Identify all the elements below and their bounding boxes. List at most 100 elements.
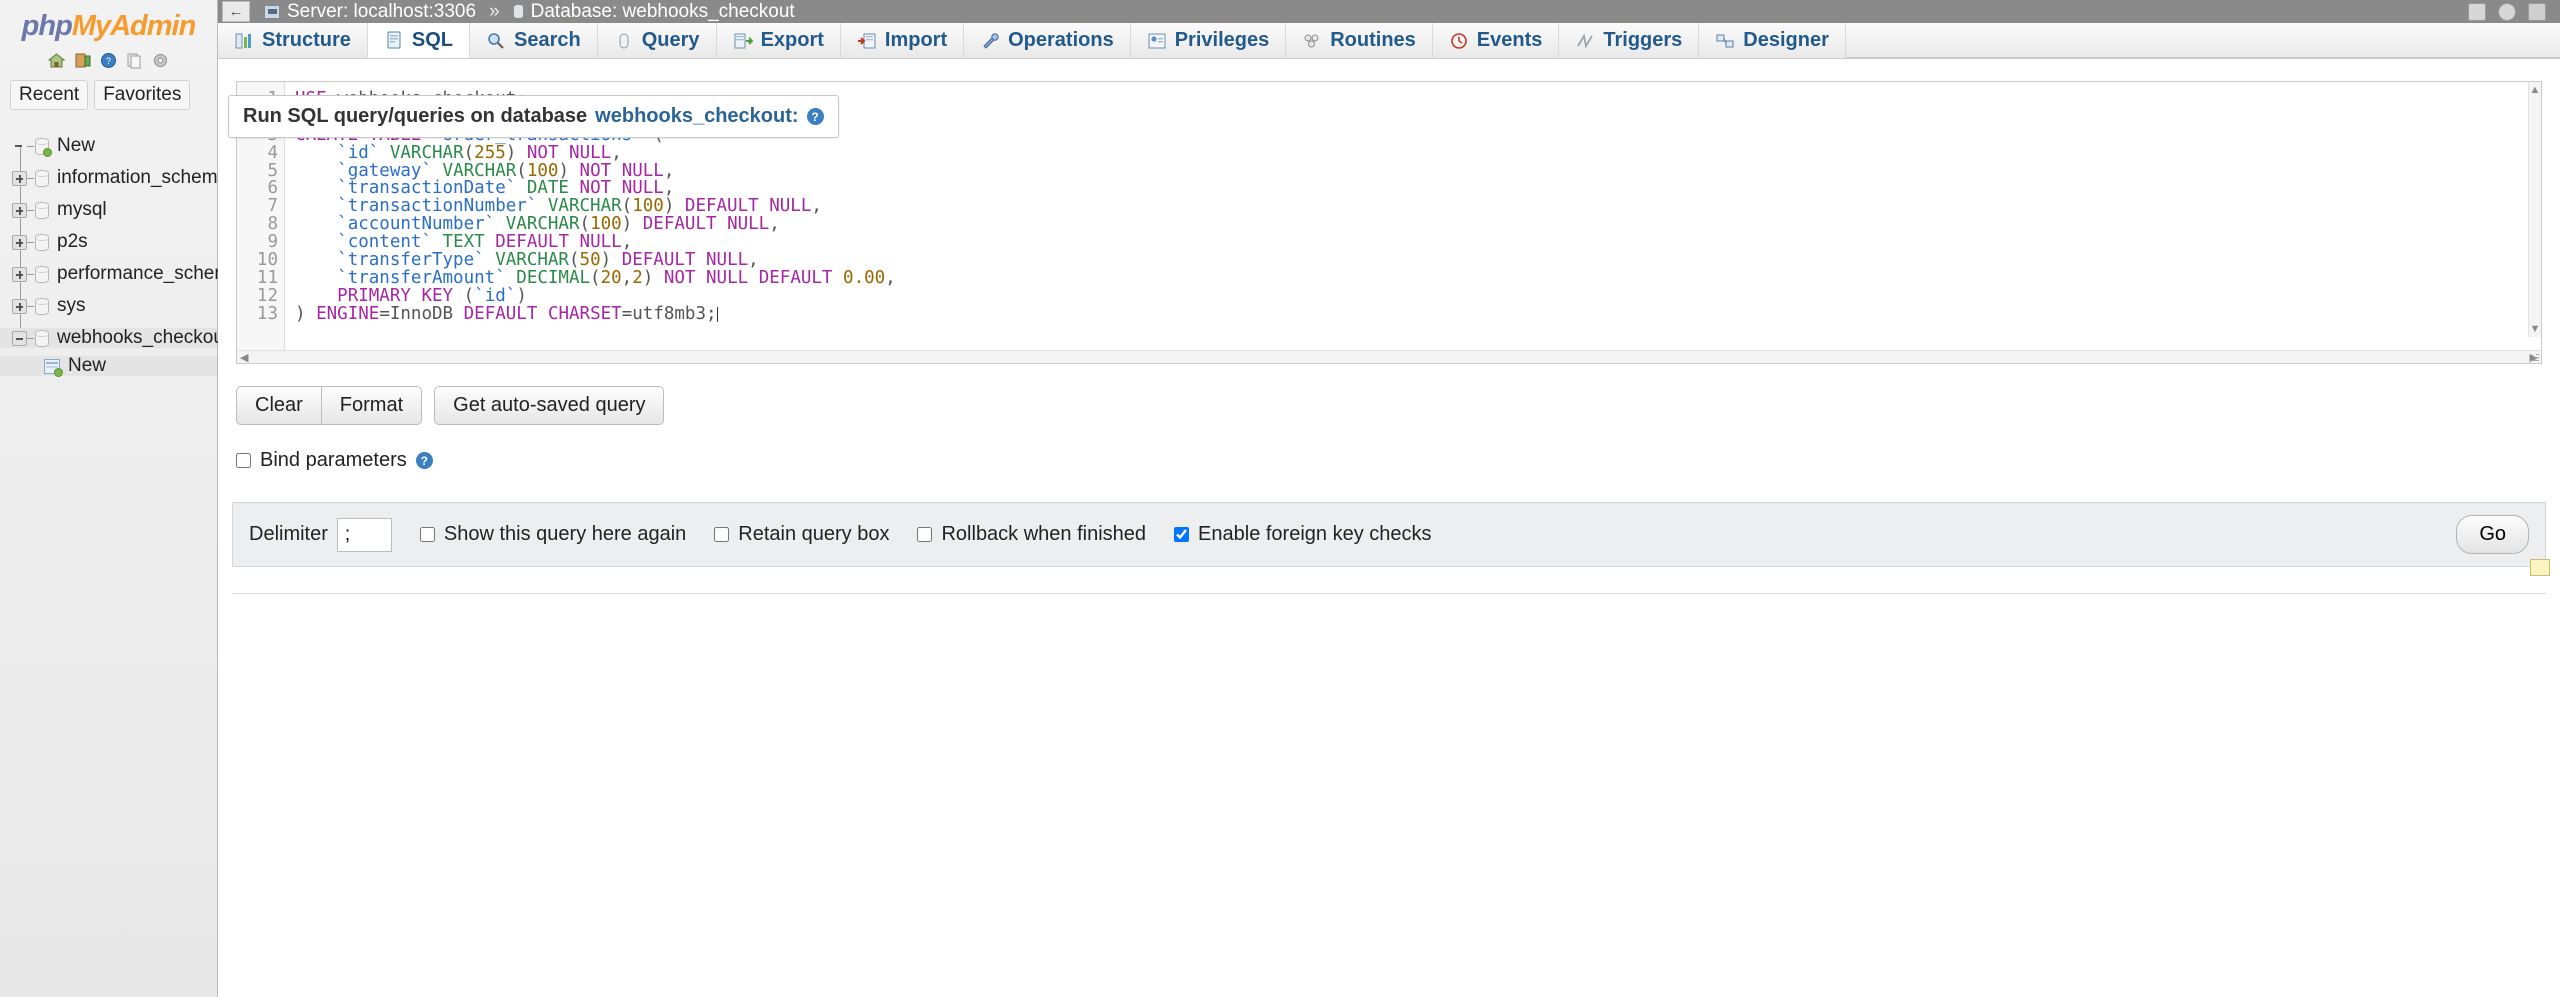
editor-action-buttons: Clear Format Get auto-saved query (236, 386, 2560, 425)
tab-import[interactable]: Import (840, 23, 965, 58)
tree-item-label: performance_schema (57, 263, 241, 284)
breadcrumb-server[interactable]: Server: localhost:3306 (287, 1, 476, 23)
line-number: 4 (267, 142, 278, 163)
clear-button[interactable]: Clear (236, 386, 321, 425)
phpmyadmin-logo[interactable]: phpMyAdmin (0, 0, 217, 47)
lock-icon[interactable] (2468, 2, 2486, 21)
enable-fk-checks-checkbox[interactable] (1174, 527, 1190, 542)
help-icon[interactable]: ? (415, 452, 433, 469)
logo-admin-text: Admin (110, 10, 196, 42)
console-toggle-icon[interactable] (2530, 559, 2550, 576)
format-button[interactable]: Format (320, 386, 423, 425)
tab-label: Search (514, 29, 581, 51)
favorites-button[interactable]: Favorites (94, 80, 191, 110)
editor-vertical-scrollbar[interactable]: ▲ ▼ (2528, 82, 2541, 337)
tab-sql[interactable]: SQL (367, 23, 471, 58)
tab-search[interactable]: Search (470, 23, 598, 58)
retain-query-box-checkbox[interactable] (714, 527, 730, 542)
svg-text:?: ? (106, 56, 111, 66)
tab-label: Export (760, 29, 824, 51)
db-icon (35, 265, 49, 283)
logout-icon[interactable] (73, 51, 92, 70)
tree-item-sys[interactable]: sys (0, 295, 217, 316)
triggers-icon (1575, 32, 1595, 50)
line-number: 12 (256, 285, 278, 306)
get-auto-saved-query-button[interactable]: Get auto-saved query (434, 386, 665, 425)
copy-icon[interactable] (125, 51, 144, 70)
scroll-down-arrow[interactable]: ▼ (2530, 323, 2541, 335)
editor-resize-handle[interactable] (2528, 351, 2540, 363)
designer-icon (1715, 32, 1735, 50)
tree-toggle-none (12, 139, 27, 154)
tab-export[interactable]: Export (716, 23, 841, 58)
scroll-up-arrow[interactable]: ▲ (2530, 84, 2541, 96)
footer-divider (232, 593, 2546, 594)
exit-icon[interactable] (2528, 2, 2546, 21)
show-query-again-label: Show this query here again (443, 523, 687, 545)
rollback-when-finished-group: Rollback when finished (917, 523, 1146, 546)
delimiter-label: Delimiter (249, 523, 328, 545)
tab-designer[interactable]: Designer (1699, 23, 1846, 58)
tab-privileges[interactable]: Privileges (1130, 23, 1287, 58)
tree-dash (27, 177, 34, 179)
tree-toggle-plus-icon[interactable] (12, 170, 27, 186)
tree-dash (27, 241, 34, 243)
tree-item-new-database[interactable]: New (0, 135, 217, 157)
help-icon[interactable]: ? (806, 108, 824, 125)
tree-item-information-schema[interactable]: information_schema (0, 167, 228, 188)
tab-structure[interactable]: Structure (218, 23, 368, 58)
back-button[interactable]: ← (222, 1, 250, 22)
topbar-actions (2468, 2, 2560, 21)
tab-label: Designer (1743, 29, 1829, 51)
tree-item-label: New (57, 135, 96, 156)
tab-routines[interactable]: Routines (1286, 23, 1433, 58)
home-icon[interactable] (47, 51, 66, 70)
editor-horizontal-scrollbar[interactable]: ◀ ▶ (237, 350, 2541, 364)
sql-icon (384, 31, 404, 49)
go-button[interactable]: Go (2456, 515, 2529, 554)
tree-toggle-plus-icon[interactable] (12, 234, 27, 250)
tree-toggle-plus-icon[interactable] (12, 298, 27, 314)
rollback-when-finished-checkbox[interactable] (917, 527, 933, 542)
tree-item-performance-schema[interactable]: performance_schema (0, 263, 241, 284)
breadcrumb: Server: localhost:3306 » Database: webho… (264, 1, 795, 23)
db-icon (35, 297, 49, 315)
db-icon (35, 329, 49, 347)
events-icon (1449, 32, 1469, 50)
logo-my-text: My (71, 10, 111, 42)
tab-label: Routines (1330, 29, 1416, 51)
tree-item-mysql[interactable]: mysql (0, 199, 217, 220)
tree-item-p2s[interactable]: p2s (0, 231, 217, 252)
gear-icon[interactable] (2498, 2, 2516, 21)
bind-parameters-row: Bind parameters ? (236, 449, 2560, 472)
show-query-again-checkbox[interactable] (419, 527, 435, 542)
tab-operations[interactable]: Operations (964, 23, 1131, 58)
tree-item-new-table[interactable]: New (0, 355, 217, 377)
tree-toggle-plus-icon[interactable] (12, 202, 27, 218)
tree-dash (27, 209, 34, 211)
recent-button[interactable]: Recent (10, 80, 89, 110)
tree-item-label: information_schema (57, 167, 229, 188)
tree-toggle-minus-icon[interactable] (12, 330, 27, 346)
tree-dash (27, 145, 34, 147)
tab-label: Query (641, 29, 700, 51)
tab-label: Structure (262, 29, 351, 51)
tab-label: Operations (1008, 29, 1114, 51)
tree-item-webhooks-checkout[interactable]: webhooks_checkout (0, 327, 229, 348)
query-icon (614, 32, 634, 50)
bind-parameters-checkbox[interactable] (236, 453, 251, 468)
db-icon (35, 201, 49, 219)
tab-triggers[interactable]: Triggers (1559, 23, 1700, 58)
tab-events[interactable]: Events (1432, 23, 1560, 58)
enable-fk-checks-group: Enable foreign key checks (1174, 523, 1432, 546)
settings-icon[interactable] (151, 51, 170, 70)
scroll-left-arrow[interactable]: ◀ (240, 351, 248, 364)
breadcrumb-database[interactable]: Database: webhooks_checkout (531, 1, 795, 23)
db-icon (35, 169, 49, 187)
query-options-bar: Delimiter Show this query here again Ret… (232, 502, 2546, 567)
delimiter-input[interactable] (336, 517, 392, 552)
docs-icon[interactable]: ? (99, 51, 118, 70)
tab-label: Privileges (1174, 29, 1270, 51)
tab-query[interactable]: Query (597, 23, 717, 58)
tree-toggle-plus-icon[interactable] (12, 266, 27, 282)
